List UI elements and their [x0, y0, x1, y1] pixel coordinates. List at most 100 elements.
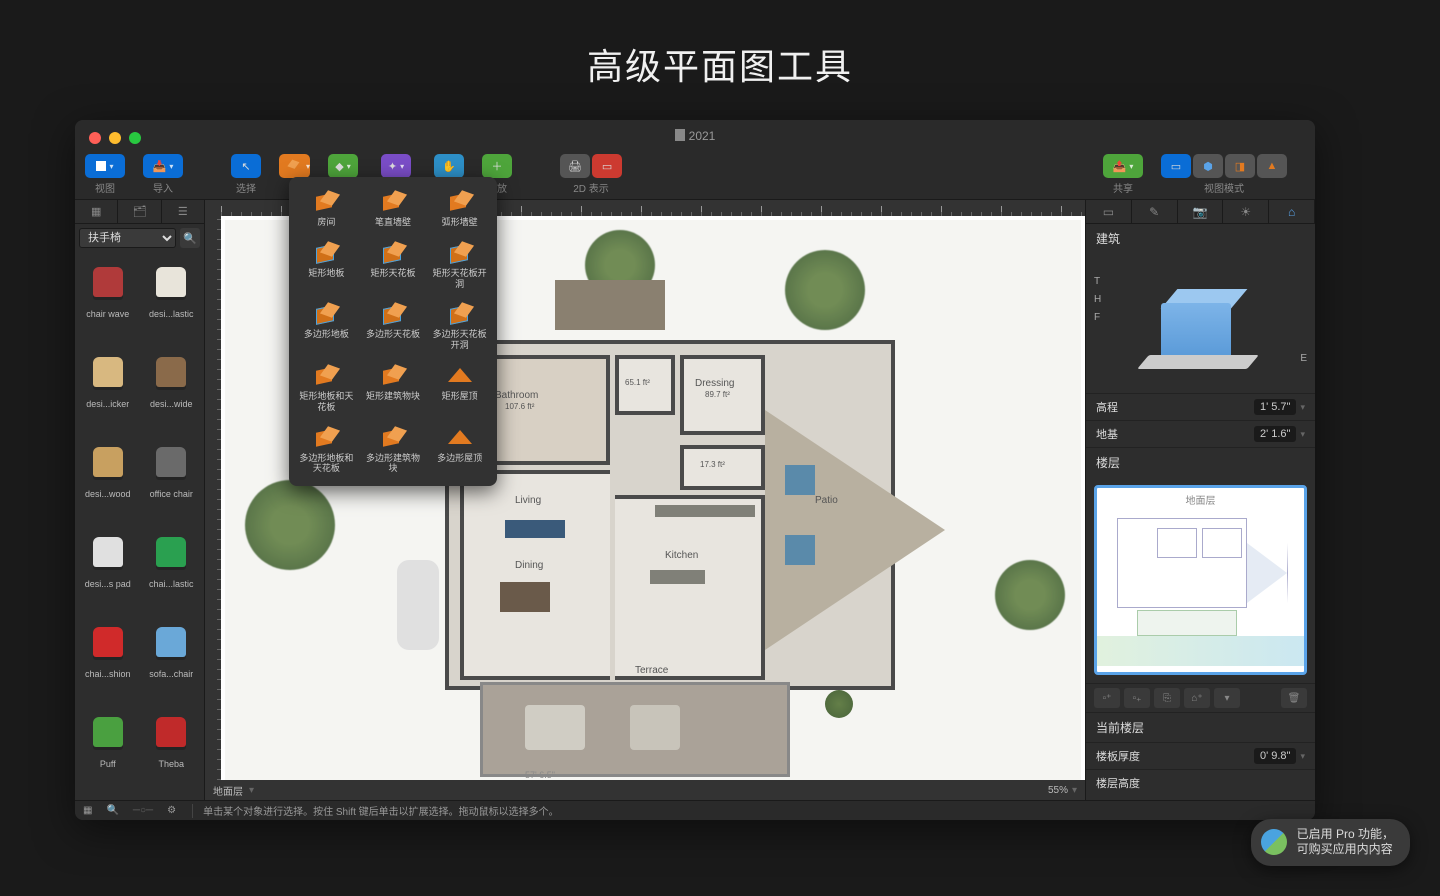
inspector-tab-2[interactable]: ✎ [1132, 200, 1178, 223]
foundation-value[interactable]: 2' 1.6" [1254, 426, 1296, 442]
dropdown-tool-item[interactable]: 多边形地板 [293, 297, 360, 355]
floor-preview[interactable]: 地面层 [1094, 485, 1307, 675]
tool-icon [379, 301, 407, 325]
share-button[interactable]: 📤▾ [1103, 154, 1143, 178]
view-mode-2d-button[interactable]: ▭ [1161, 154, 1191, 178]
add-floor-below-button[interactable]: ▫⁺ [1094, 688, 1120, 708]
furniture-thumb [147, 348, 195, 396]
toolbar-label: 共享 [1113, 180, 1133, 195]
furniture-item[interactable]: desi...s pad [77, 528, 139, 614]
dropdown-tool-item[interactable]: 弧形墙壁 [426, 185, 493, 232]
display-mode-2-button[interactable]: ▭ [592, 154, 622, 178]
delete-floor-button[interactable]: 🗑 [1281, 688, 1307, 708]
library-tab-list[interactable]: ☰ [162, 200, 204, 223]
dropdown-tool-item[interactable]: 矩形地板和天花板 [293, 359, 360, 417]
dropdown-tool-item[interactable]: 矩形天花板开洞 [426, 236, 493, 294]
furniture-item[interactable]: Theba [141, 708, 203, 794]
ruler-vertical [205, 200, 221, 800]
furniture-item[interactable]: chai...lastic [141, 528, 203, 614]
axis-label: F [1094, 309, 1101, 327]
close-window-button[interactable] [89, 132, 101, 144]
tool-label: 矩形建筑物块 [366, 391, 420, 402]
view-mode-elevation-button[interactable]: ◨ [1225, 154, 1255, 178]
display-mode-1-button[interactable]: 🖨 [560, 154, 590, 178]
dropdown-tool-item[interactable]: 笔直墙壁 [360, 185, 427, 232]
floor-selector[interactable]: 地面层 [213, 783, 243, 798]
grid-toggle-icon[interactable]: ▦ [83, 805, 92, 816]
tree [995, 560, 1065, 630]
furniture-item[interactable]: desi...wide [141, 348, 203, 434]
tool-label: 笔直墙壁 [375, 217, 411, 228]
building-3d-preview: T H F E [1086, 253, 1315, 393]
dropdown-tool-item[interactable]: 矩形建筑物块 [360, 359, 427, 417]
inspector-tab-1[interactable]: ▭ [1086, 200, 1132, 223]
section-title-floors: 楼层 [1086, 447, 1315, 477]
furniture-thumb [84, 438, 132, 486]
add-floor-button[interactable]: ▫₊ [1124, 688, 1150, 708]
inspector-tab-3[interactable]: 📷 [1178, 200, 1224, 223]
dropdown-tool-item[interactable]: 多边形天花板 [360, 297, 427, 355]
tool-icon [379, 240, 407, 264]
tool-icon [446, 240, 474, 264]
library-category-select[interactable]: 扶手椅 [79, 228, 176, 248]
settings-icon[interactable]: ⚙ [167, 805, 176, 816]
dropdown-tool-item[interactable]: 矩形地板 [293, 236, 360, 294]
zoom-out-icon[interactable]: 🔍 [106, 805, 118, 816]
tool-label: 房间 [317, 217, 335, 228]
furniture-item[interactable]: desi...lastic [141, 258, 203, 344]
room-area: 89.7 ft² [705, 390, 730, 399]
title-bar: 2021 [75, 120, 1315, 152]
tool-icon [446, 363, 474, 387]
floor-down-button[interactable]: ▾ [1214, 688, 1240, 708]
outdoor-sofa [525, 705, 585, 750]
wall-tool-button[interactable]: ▾ [279, 154, 310, 178]
tool-icon [312, 240, 340, 264]
view-mode-walk-button[interactable]: ▲ [1257, 154, 1287, 178]
guides-tool-button[interactable]: ✦▾ [381, 154, 411, 178]
furniture-thumb [147, 708, 195, 756]
furniture-thumb [84, 528, 132, 576]
dropdown-tool-item[interactable]: 多边形屋顶 [426, 421, 493, 479]
tool-label: 多边形天花板 [366, 329, 420, 340]
search-icon[interactable]: 🔍 [180, 228, 200, 248]
furniture-item[interactable]: chair wave [77, 258, 139, 344]
dropdown-tool-item[interactable]: 矩形屋顶 [426, 359, 493, 417]
zoom-tool-button[interactable]: ＋ [482, 154, 512, 178]
duplicate-floor-button[interactable]: ⎘ [1154, 688, 1180, 708]
furniture-item[interactable]: Puff [77, 708, 139, 794]
tool-icon [379, 189, 407, 213]
inspector-tab-4[interactable]: ☀ [1223, 200, 1269, 223]
view-mode-3d-button[interactable]: ⬢ [1193, 154, 1223, 178]
pan-tool-button[interactable]: ✋ [434, 154, 464, 178]
slab-thickness-value[interactable]: 0' 9.8" [1254, 748, 1296, 764]
furniture-item[interactable]: desi...icker [77, 348, 139, 434]
add-roof-button[interactable]: ⌂⁺ [1184, 688, 1210, 708]
tool-label: 多边形屋顶 [437, 453, 482, 464]
furniture-item[interactable]: desi...wood [77, 438, 139, 524]
dropdown-tool-item[interactable]: 多边形天花板开洞 [426, 297, 493, 355]
furniture-item[interactable]: office chair [141, 438, 203, 524]
dropdown-tool-item[interactable]: 矩形天花板 [360, 236, 427, 294]
toolbar-label: 2D 表示 [573, 180, 609, 195]
import-button[interactable]: 📥▾ [143, 154, 183, 178]
furniture-grid: chair wavedesi...lasticdesi...ickerdesi.… [75, 252, 204, 800]
elevation-value[interactable]: 1' 5.7" [1254, 399, 1296, 415]
zoom-window-button[interactable] [129, 132, 141, 144]
dropdown-tool-item[interactable]: 多边形建筑物块 [360, 421, 427, 479]
tool-label: 矩形天花板 [370, 268, 415, 279]
snap-tool-button[interactable]: ◆▾ [328, 154, 358, 178]
view-button[interactable]: ▾ [85, 154, 125, 178]
library-tab-grid[interactable]: ▦ [75, 200, 118, 223]
dropdown-tool-item[interactable]: 多边形地板和天花板 [293, 421, 360, 479]
section-title-building: 建筑 [1086, 224, 1315, 253]
minimize-window-button[interactable] [109, 132, 121, 144]
room-label: Bathroom [495, 390, 538, 401]
zoom-level[interactable]: 55% [1048, 785, 1068, 796]
select-tool-button[interactable]: ↖ [231, 154, 261, 178]
furniture-item[interactable]: chai...shion [77, 618, 139, 704]
library-tab-tree[interactable]: 🗂 [118, 200, 161, 223]
furniture-item[interactable]: sofa...chair [141, 618, 203, 704]
inspector-tab-building[interactable]: ⌂ [1269, 200, 1315, 223]
dropdown-tool-item[interactable]: 房间 [293, 185, 360, 232]
pro-badge[interactable]: 已启用 Pro 功能， 可购买应用内内容 [1251, 819, 1410, 866]
